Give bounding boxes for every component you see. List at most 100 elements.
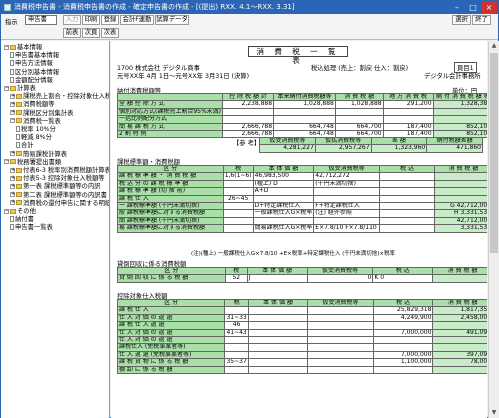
- amount-cell[interactable]: 1,328,388: [432, 100, 487, 109]
- amount-cell[interactable]: 664,700: [334, 122, 384, 132]
- input-button[interactable]: 入力: [63, 15, 81, 25]
- tree-node[interactable]: + 消費税の還付申告に関する明細書: [10, 200, 109, 207]
- expand-icon[interactable]: +: [10, 167, 15, 173]
- vertical-scrollbar[interactable]: ▲ ▼: [488, 41, 499, 418]
- tax-cell[interactable]: [432, 365, 487, 375]
- print-button[interactable]: 印刷: [82, 15, 100, 25]
- tax-cell[interactable]: [432, 343, 487, 352]
- collapse-icon[interactable]: −: [10, 118, 15, 124]
- tax-cell[interactable]: 0: [432, 336, 487, 345]
- amount-cell[interactable]: [222, 107, 275, 117]
- value-cell[interactable]: 46,983,500: [252, 172, 315, 181]
- value-cell[interactable]: 1,100,000: [372, 358, 434, 367]
- value-cell[interactable]: [379, 179, 435, 189]
- tax-cell[interactable]: 491,090: [432, 328, 487, 338]
- tree-node[interactable]: − 税務署提出書類: [4, 159, 61, 166]
- collapse-icon[interactable]: −: [4, 159, 9, 165]
- value-cell[interactable]: [307, 321, 374, 330]
- tree-node[interactable]: 軽減 8%分: [16, 134, 52, 141]
- collapse-icon[interactable]: −: [4, 85, 9, 91]
- expand-icon[interactable]: +: [10, 93, 15, 99]
- value-cell[interactable]: [379, 172, 435, 181]
- amount-cell[interactable]: [334, 107, 384, 117]
- value-cell[interactable]: [313, 216, 381, 226]
- scroll-up-icon[interactable]: ▲: [489, 41, 499, 51]
- value-cell[interactable]: [313, 194, 381, 204]
- amount-cell[interactable]: [432, 107, 487, 117]
- expand-icon[interactable]: +: [10, 183, 15, 189]
- amount-cell[interactable]: [273, 107, 336, 117]
- prev-form-button[interactable]: 前表: [63, 28, 81, 38]
- value-cell[interactable]: [379, 216, 435, 226]
- navigation-tree[interactable]: − 基本情報 申告書基本情報 申告方法情報 区分別基本情報 金額配分情報 − 計算表 + 課税売上…: [1, 41, 110, 418]
- tree-node[interactable]: + 付表5-3 控除対象仕入税額等: [10, 175, 105, 182]
- value-cell[interactable]: 42,712,272: [313, 172, 381, 181]
- amount-cell[interactable]: [432, 115, 487, 124]
- tax-cell[interactable]: 3,331,536: [433, 224, 487, 233]
- tree-node[interactable]: 税率 10%分: [16, 126, 56, 133]
- tree-node[interactable]: − 計算表: [4, 85, 36, 92]
- tree-node[interactable]: + 課税区分別集計表: [10, 110, 73, 117]
- value-cell[interactable]: 0: [306, 274, 374, 283]
- value-cell[interactable]: [247, 343, 309, 352]
- amount-cell[interactable]: [334, 115, 384, 124]
- value-cell[interactable]: [247, 365, 309, 375]
- collapse-icon[interactable]: −: [4, 208, 9, 214]
- amount-cell[interactable]: [382, 115, 434, 124]
- tree-node[interactable]: 申告方法情報: [10, 60, 53, 67]
- tax-cell[interactable]: 2,458,000: [432, 313, 487, 323]
- value-cell[interactable]: [379, 209, 435, 218]
- tax-cell[interactable]: [433, 194, 487, 204]
- value-cell[interactable]: [379, 224, 435, 233]
- expand-icon[interactable]: +: [10, 192, 15, 198]
- value-cell[interactable]: [313, 187, 381, 196]
- amount-cell[interactable]: 1,028,888: [273, 100, 336, 109]
- amount-cell[interactable]: 187,400: [382, 122, 434, 132]
- tree-node[interactable]: 合計: [16, 142, 34, 149]
- value-cell[interactable]: E×7.8/10 F×7.8/110: [313, 224, 381, 233]
- scroll-thumb[interactable]: [490, 53, 498, 253]
- amount-cell[interactable]: 664,748: [273, 122, 336, 132]
- tree-node[interactable]: + 消費税額等: [10, 101, 54, 108]
- tax-cell[interactable]: L: [432, 274, 487, 283]
- amount-cell[interactable]: [222, 115, 275, 124]
- value-cell[interactable]: [247, 321, 309, 330]
- tree-node[interactable]: + 付表6-3 税率別消費税額計算表: [10, 167, 109, 174]
- value-cell[interactable]: (種上) D: [252, 179, 315, 189]
- value-cell[interactable]: [247, 306, 309, 315]
- tree-node[interactable]: + 第一表 課税標準額等の内訳: [10, 183, 101, 190]
- value-cell[interactable]: [252, 216, 315, 226]
- value-cell[interactable]: [379, 187, 435, 196]
- value-cell[interactable]: [307, 343, 374, 352]
- value-cell[interactable]: A+D: [252, 187, 315, 196]
- tax-cell[interactable]: G 42,712,000: [433, 202, 487, 211]
- expand-icon[interactable]: +: [10, 175, 15, 181]
- value-cell[interactable]: [372, 321, 434, 330]
- value-cell[interactable]: 25,829,318: [372, 306, 434, 315]
- amount-cell[interactable]: 471,860: [426, 144, 483, 153]
- expand-icon[interactable]: +: [10, 110, 15, 116]
- tree-node[interactable]: 金額配分情報: [10, 76, 53, 84]
- value-cell[interactable]: [379, 194, 435, 204]
- tree-node[interactable]: − 消費税一覧表: [10, 118, 61, 125]
- scroll-down-icon[interactable]: ▼: [489, 408, 499, 418]
- value-cell[interactable]: [372, 365, 434, 375]
- amount-cell[interactable]: [382, 107, 434, 117]
- maximize-button[interactable]: □: [465, 1, 481, 14]
- form-select[interactable]: 申告書: [25, 15, 57, 25]
- amount-cell[interactable]: 2,238,888: [222, 100, 275, 109]
- value-cell[interactable]: 簡易課税仕入G×税率: [252, 224, 315, 233]
- amount-cell[interactable]: 291,200: [382, 100, 434, 109]
- tax-cell[interactable]: H 3,331,536: [433, 209, 487, 218]
- value-cell[interactable]: K 0: [372, 274, 434, 283]
- value-cell[interactable]: [307, 306, 374, 315]
- accounting-link-button[interactable]: 会計F連動: [120, 15, 154, 25]
- tax-cell[interactable]: 397,090: [432, 350, 487, 360]
- tree-node[interactable]: + 簡易課税計算表: [10, 151, 67, 158]
- value-cell[interactable]: D+特定課税仕入: [252, 202, 315, 211]
- next-form-button[interactable]: 次表: [101, 28, 119, 38]
- value-cell[interactable]: [247, 336, 309, 345]
- value-cell[interactable]: [247, 313, 309, 323]
- amount-cell[interactable]: 1,323,960: [370, 144, 428, 153]
- value-cell[interactable]: [307, 336, 374, 345]
